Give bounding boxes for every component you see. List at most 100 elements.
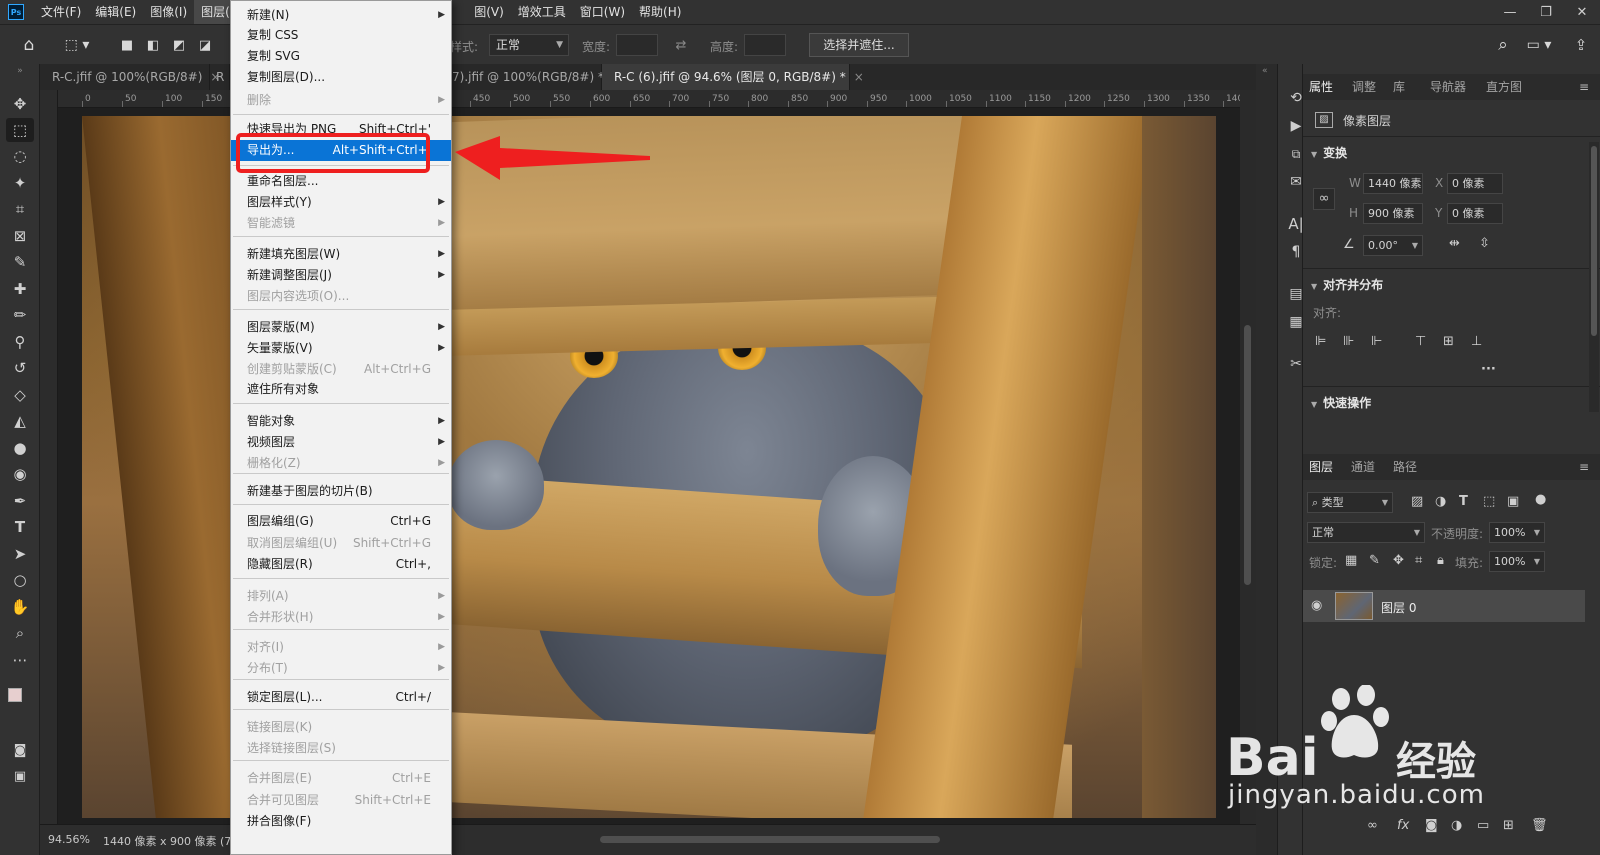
style-select[interactable]: 正常 ▼ [489, 34, 569, 56]
tab-layers[interactable]: 图层 [1309, 454, 1333, 480]
restore-icon[interactable]: ❐ [1528, 0, 1564, 24]
horizontal-scrollbar-thumb[interactable] [600, 836, 940, 843]
search-icon[interactable]: ⌕ [1492, 34, 1514, 56]
tab-document-active[interactable]: R-C (6).jfif @ 94.6% (图层 0, RGB/8#) * × [602, 64, 864, 90]
menu-item-14[interactable]: 图层蒙版(M) ▶ [231, 317, 451, 338]
align-right-icon[interactable]: ⊩ [1371, 334, 1382, 349]
properties-scrollbar[interactable] [1589, 142, 1599, 412]
frame-tool-icon[interactable]: ⊠ [6, 224, 34, 248]
marquee-tool-icon[interactable]: ⬚ [6, 118, 34, 142]
scrollbar-thumb[interactable] [1244, 325, 1251, 585]
menu-plugins[interactable]: 增效工具 [511, 0, 573, 24]
hand-tool-icon[interactable]: ✋ [6, 595, 34, 619]
filter-toggle-icon[interactable]: ● [1535, 492, 1546, 507]
layer-name[interactable]: 图层 0 [1381, 599, 1416, 616]
align-bottom-icon[interactable]: ⊥ [1471, 334, 1482, 349]
filter-adjustment-icon[interactable]: ◑ [1435, 494, 1446, 509]
menu-item-1[interactable]: 新建(N) ▶ [231, 5, 451, 26]
lock-position-icon[interactable]: ✥ [1393, 553, 1404, 568]
tab-properties[interactable]: 属性 [1309, 74, 1333, 100]
paint-bucket-tool-icon[interactable]: ◭ [6, 409, 34, 433]
path-selection-tool-icon[interactable]: ➤ [6, 542, 34, 566]
y-field[interactable]: 0 像素 [1447, 203, 1503, 224]
zoom-tool-icon[interactable]: ⌕ [6, 621, 34, 645]
new-selection-icon[interactable]: ■ [118, 34, 136, 56]
trash-icon[interactable]: 🗑︎ [1531, 818, 1548, 833]
panel-menu-icon[interactable]: ≡ [1579, 74, 1589, 100]
lock-pixels-icon[interactable]: ✎ [1369, 553, 1380, 568]
swap-icon[interactable]: ⇄ [672, 36, 690, 54]
height-input[interactable] [744, 34, 786, 56]
link-icon[interactable]: ∞ [1313, 188, 1335, 210]
align-top-icon[interactable]: ⊤ [1415, 334, 1426, 349]
brush-tool-icon[interactable]: ✏ [6, 303, 34, 327]
lasso-tool-icon[interactable]: ◌ [6, 144, 34, 168]
scrollbar-thumb[interactable] [1591, 146, 1597, 336]
x-field[interactable]: 0 像素 [1447, 173, 1503, 194]
clone-stamp-tool-icon[interactable]: ⚲ [6, 330, 34, 354]
menu-item-34[interactable]: 拼合图像(F) [231, 811, 451, 832]
menu-image[interactable]: 图像(I) [143, 0, 194, 24]
blend-mode-select[interactable]: 正常 ▼ [1307, 522, 1425, 543]
blur-tool-icon[interactable]: ● [6, 436, 34, 460]
menu-file[interactable]: 文件(F) [34, 0, 88, 24]
magic-wand-tool-icon[interactable]: ✦ [6, 171, 34, 195]
menu-item-29[interactable]: 锁定图层(L)... Ctrl+/ [231, 687, 451, 708]
intersect-selection-icon[interactable]: ◪ [196, 34, 214, 56]
tab-document-3[interactable]: 7).jfif @ 100%(RGB/8#) *× [452, 64, 622, 90]
collapse-icon[interactable]: » [6, 66, 34, 76]
filter-smart-object-icon[interactable]: ▣ [1507, 494, 1519, 509]
close-icon[interactable]: ✕ [1564, 0, 1600, 24]
minimize-icon[interactable]: — [1492, 0, 1528, 24]
menu-window[interactable]: 窗口(W) [573, 0, 632, 24]
tab-channels[interactable]: 通道 [1351, 454, 1375, 480]
align-center-h-icon[interactable]: ⊪ [1343, 334, 1354, 349]
eyedropper-tool-icon[interactable]: ✎ [6, 250, 34, 274]
angle-field[interactable]: 0.00° ▼ [1363, 235, 1423, 256]
flip-horizontal-icon[interactable]: ⇹ [1449, 236, 1460, 251]
filter-pixel-icon[interactable]: ▨ [1411, 494, 1423, 509]
share-icon[interactable]: ⇪ [1570, 34, 1592, 56]
quick-mask-icon[interactable]: ◙ [6, 738, 34, 762]
width-field[interactable]: 1440 像素 [1363, 173, 1423, 194]
history-brush-tool-icon[interactable]: ↺ [6, 356, 34, 380]
close-icon[interactable]: × [854, 70, 864, 84]
menu-item-18[interactable]: 智能对象 ▶ [231, 411, 451, 432]
dodge-tool-icon[interactable]: ◉ [6, 462, 34, 486]
menu-item-19[interactable]: 视频图层 ▶ [231, 432, 451, 453]
home-icon[interactable]: ⌂ [18, 34, 40, 56]
lock-transparent-icon[interactable]: ▦ [1345, 553, 1357, 568]
menu-item-11[interactable]: 新建填充图层(W) ▶ [231, 244, 451, 265]
zoom-level[interactable]: 94.56% [48, 833, 90, 846]
workspace-icon[interactable]: ▭ ▾ [1522, 34, 1556, 56]
expand-icon[interactable]: « [1262, 66, 1268, 76]
opacity-field[interactable]: 100% ▼ [1489, 522, 1545, 543]
quick-actions-header[interactable]: ▼ 快速操作 [1311, 394, 1371, 411]
eraser-tool-icon[interactable]: ◇ [6, 383, 34, 407]
menu-item-24[interactable]: 隐藏图层(R) Ctrl+, [231, 554, 451, 575]
menu-item-4[interactable]: 复制图层(D)... [231, 67, 451, 88]
tab-adjustments[interactable]: 调整 [1352, 74, 1376, 100]
lock-all-icon[interactable]: 🔒︎ [1437, 553, 1444, 568]
crop-tool-icon[interactable]: ⌗ [6, 197, 34, 221]
tab-navigator[interactable]: 导航器 [1430, 74, 1466, 100]
add-selection-icon[interactable]: ◧ [144, 34, 162, 56]
height-field[interactable]: 900 像素 [1363, 203, 1423, 224]
align-section-header[interactable]: ▼ 对齐并分布 [1311, 276, 1383, 293]
menu-item-15[interactable]: 矢量蒙版(V) ▶ [231, 338, 451, 359]
panel-menu-icon[interactable]: ≡ [1579, 454, 1589, 480]
menu-view[interactable]: 图(V) [467, 0, 511, 24]
filter-type-icon[interactable]: T [1459, 494, 1468, 509]
tab-document-2[interactable]: R [210, 64, 230, 90]
select-and-mask-button[interactable]: 选择并遮住... [809, 33, 909, 57]
fill-field[interactable]: 100% ▼ [1489, 551, 1545, 572]
flip-vertical-icon[interactable]: ⇳ [1479, 236, 1490, 251]
tab-histogram[interactable]: 直方图 [1486, 74, 1522, 100]
tab-libraries[interactable]: 库 [1393, 74, 1405, 100]
menu-item-3[interactable]: 复制 SVG [231, 46, 451, 67]
filter-shape-icon[interactable]: ⬚ [1483, 494, 1495, 509]
foreground-color-swatch[interactable] [8, 688, 22, 702]
width-input[interactable] [616, 34, 658, 56]
document-size[interactable]: 1440 像素 x 900 像素 (7 [103, 833, 231, 849]
screen-mode-icon[interactable]: ▣ [6, 764, 34, 788]
